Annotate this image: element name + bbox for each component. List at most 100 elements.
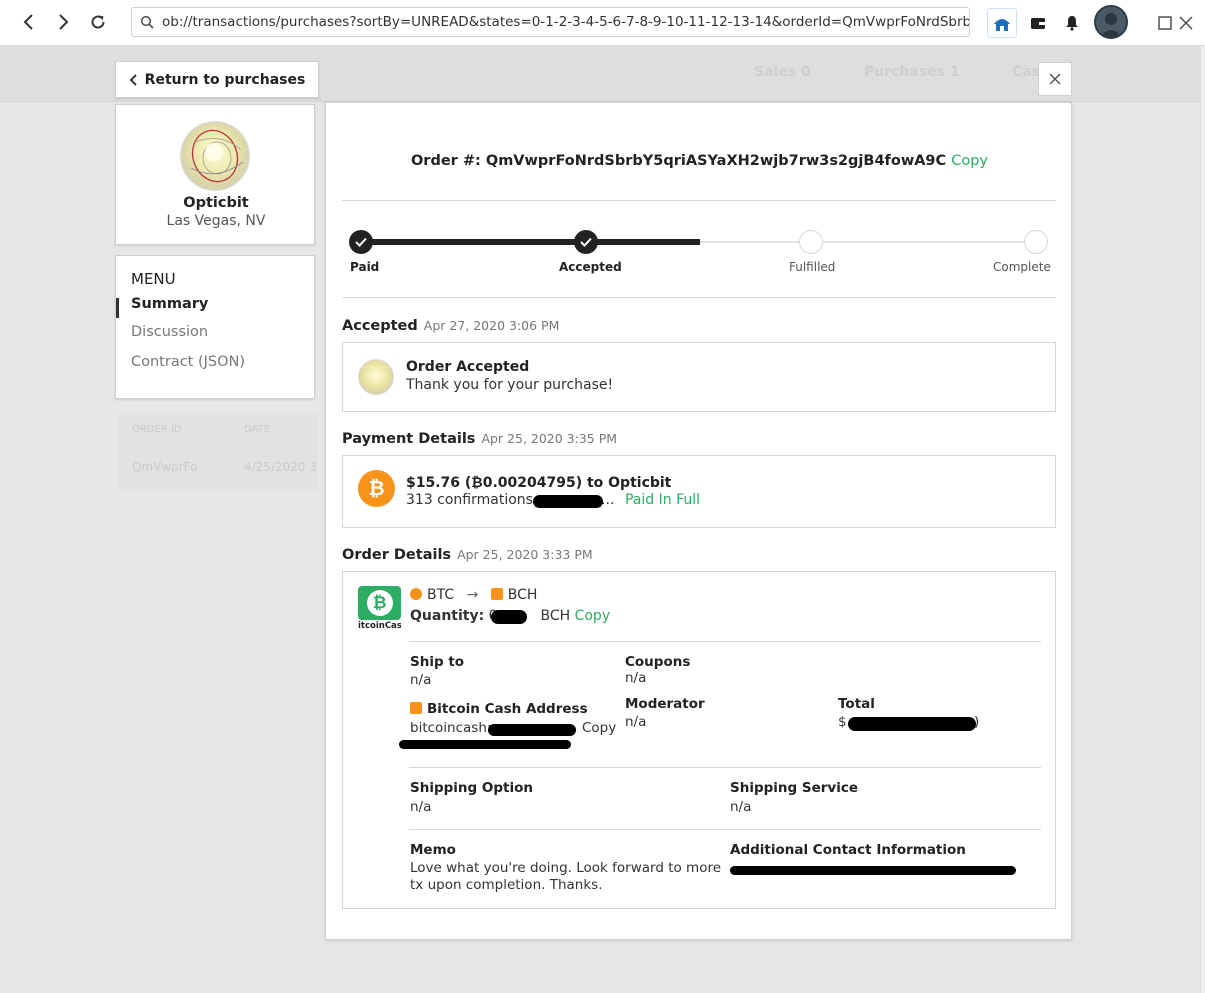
arrow-right-icon: → <box>466 587 479 603</box>
redaction-mark <box>730 866 1016 875</box>
menu-title: MENU <box>131 270 176 288</box>
bch-mini-icon <box>490 588 503 600</box>
order-menu: MENU Summary Discussion Contract (JSON) <box>115 255 315 399</box>
divider <box>342 297 1056 298</box>
payment-title: Payment Details <box>342 431 476 447</box>
btc-mini-icon <box>410 588 422 600</box>
payment-amount: $15.76 (₿0.00204795) to Opticbit <box>406 475 672 491</box>
order-details-timestamp: Apr 25, 2020 3:33 PM <box>457 547 593 562</box>
divider <box>342 200 1056 201</box>
quantity-unit: BCH <box>540 608 571 624</box>
order-number-label: Order #: <box>410 153 481 169</box>
memo-label: Memo <box>410 842 456 858</box>
step-label-complete: Complete <box>993 260 1051 274</box>
payment-section-title: Payment Details Apr 25, 2020 3:35 PM <box>342 431 617 447</box>
ship-to-value: n/a <box>410 672 432 688</box>
notifications-bell-icon[interactable] <box>1061 8 1083 38</box>
payment-details-box: ₿ $15.76 (₿0.00204795) to Opticbit 313 c… <box>342 455 1056 528</box>
memo-line-1: Love what you're doing. Look forward to … <box>410 860 722 876</box>
bg-cell-order-id: QmVwprFo <box>132 460 198 474</box>
logo-caption: itcoinCas <box>358 621 401 631</box>
quantity-label: Quantity: <box>410 608 485 624</box>
moderator-value: n/a <box>625 714 647 730</box>
total-label: Total <box>838 696 875 712</box>
url-text: ob://transactions/purchases?sortBy=UNREA… <box>162 14 969 30</box>
order-accepted-title: Order Accepted <box>406 359 530 375</box>
menu-item-contract-json[interactable]: Contract (JSON) <box>131 354 245 370</box>
bch-address-label: Bitcoin Cash Address <box>410 701 588 717</box>
copy-address-link[interactable]: Copy <box>582 720 616 736</box>
store-name[interactable]: Opticbit <box>116 195 316 211</box>
background-table: ORDER ID DATE QmVwprFo 4/25/2020 3 <box>118 414 318 490</box>
step-label-fulfilled: Fulfilled <box>789 260 836 274</box>
bch-address-label-text: Bitcoin Cash Address <box>427 701 588 717</box>
window-close-icon[interactable] <box>1178 8 1194 38</box>
to-currency: BCH <box>507 587 538 603</box>
additional-contact-label: Additional Contact Information <box>730 842 966 858</box>
redaction-mark <box>491 610 527 624</box>
openbazaar-logo-icon[interactable] <box>987 8 1017 38</box>
accepted-timestamp: Apr 27, 2020 3:06 PM <box>423 318 560 333</box>
wallet-icon[interactable] <box>1027 8 1049 38</box>
memo-line-2: tx upon completion. Thanks. <box>410 877 603 893</box>
coupons-value: n/a <box>625 670 647 686</box>
store-avatar-image <box>190 129 244 183</box>
accepted-section-title: Accepted Apr 27, 2020 3:06 PM <box>342 318 559 334</box>
progress-fill <box>362 239 700 245</box>
redaction-mark <box>399 740 571 749</box>
payment-status: Paid In Full <box>625 492 701 508</box>
shipping-service-label: Shipping Service <box>730 780 859 796</box>
bch-mini-icon <box>410 702 422 714</box>
return-to-purchases-button[interactable]: Return to purchases <box>115 61 319 98</box>
bg-tab-sales: Sales 0 <box>754 64 811 80</box>
store-location: Las Vegas, NV <box>166 213 266 229</box>
order-accepted-message: Thank you for your purchase! <box>406 377 614 393</box>
bg-tab-purchases: Purchases 1 <box>864 64 960 80</box>
shipping-option-value: n/a <box>410 799 432 815</box>
accepted-title: Accepted <box>342 318 418 334</box>
browser-toolbar: ob://transactions/purchases?sortBy=UNREA… <box>0 0 1205 46</box>
bch-address-value: bitcoincash: <box>410 720 492 736</box>
order-summary-panel: Order #: QmVwprFoNrdSbrbY5qriASYaXH2wjb7… <box>325 102 1072 940</box>
divider <box>409 767 1041 768</box>
payment-confirmations: 313 confirmations <box>406 492 533 508</box>
active-indicator <box>116 298 119 318</box>
return-button-label: Return to purchases <box>144 71 306 88</box>
step-accepted-check-icon <box>574 230 598 254</box>
redaction-mark <box>533 495 603 508</box>
store-avatar[interactable] <box>180 121 250 191</box>
maximize-icon[interactable] <box>1157 8 1173 38</box>
search-icon <box>140 15 154 29</box>
currency-pair: BTC → BCH <box>410 587 537 603</box>
bitcoin-icon: ₿ <box>358 470 395 507</box>
page-scrollbar[interactable] <box>1200 46 1205 993</box>
address-bar[interactable]: ob://transactions/purchases?sortBy=UNREA… <box>131 7 970 37</box>
forward-icon[interactable] <box>51 10 75 34</box>
order-accepted-box: Order Accepted Thank you for your purcha… <box>342 342 1056 412</box>
divider <box>409 829 1041 830</box>
user-avatar[interactable] <box>1094 5 1128 39</box>
shipping-option-label: Shipping Option <box>410 780 533 796</box>
bitcoin-cash-logo-icon: ₿ itcoinCas <box>358 586 401 631</box>
moderator-label: Moderator <box>625 696 705 712</box>
order-details-box: ₿ itcoinCas BTC → BCH Quantity: 0. BCH C… <box>342 571 1056 909</box>
copy-quantity-link[interactable]: Copy <box>575 608 611 624</box>
step-complete-dot <box>1024 230 1048 254</box>
order-details-section-title: Order Details Apr 25, 2020 3:33 PM <box>342 547 593 563</box>
close-modal-button[interactable] <box>1038 62 1072 96</box>
redaction-mark <box>488 724 576 736</box>
menu-item-summary[interactable]: Summary <box>131 296 208 312</box>
order-id: QmVwprFoNrdSbrbY5qriASYaXH2wjb7rw3s2gjB4… <box>485 153 947 169</box>
copy-order-id-link[interactable]: Copy <box>951 153 988 169</box>
reload-icon[interactable] <box>86 10 110 34</box>
shipping-service-value: n/a <box>730 799 752 815</box>
step-label-accepted: Accepted <box>559 260 622 274</box>
ship-to-label: Ship to <box>410 654 465 670</box>
step-paid-check-icon <box>349 230 373 254</box>
chevron-left-icon <box>129 73 137 86</box>
menu-item-discussion[interactable]: Discussion <box>131 324 208 340</box>
payment-timestamp: Apr 25, 2020 3:35 PM <box>481 431 618 446</box>
bg-tab-cases: Cas <box>1012 64 1041 80</box>
coupons-label: Coupons <box>625 654 691 670</box>
back-icon[interactable] <box>17 10 41 34</box>
